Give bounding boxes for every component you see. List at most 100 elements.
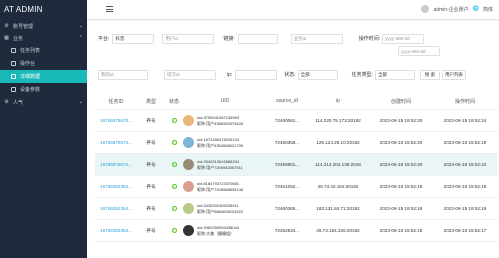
- type-cell: 养号: [146, 161, 156, 167]
- user-name[interactable]: admin-企业账户: [433, 6, 468, 13]
- type-cell: 养号: [146, 139, 156, 145]
- col-type[interactable]: 类型: [137, 98, 165, 105]
- language-label[interactable]: 简体: [483, 6, 493, 13]
- table-row[interactable]: 16706979670... 养号 ✓ uid:1872456478245134…: [95, 132, 497, 154]
- sidebar: AT ADMIN ⚙ 账号管理 ⌄ ▦ 业务 ⌃ 任务列表 操作台 详细数据 设…: [0, 0, 87, 258]
- state-select[interactable]: 全部: [297, 69, 338, 80]
- data-table: 任务ID 类型 状态 UID source_id ip 创建时间 操作时间 16…: [95, 93, 497, 242]
- link-input[interactable]: [237, 33, 278, 44]
- task-id-link[interactable]: 16706979670...: [95, 118, 137, 123]
- document-icon: [11, 74, 16, 79]
- search-button[interactable]: 搜 索: [420, 69, 441, 80]
- top-header: admin-企业账户 🌐 简体: [87, 0, 499, 20]
- success-check-icon: ✓: [171, 162, 177, 167]
- globe-icon[interactable]: 🌐: [473, 6, 479, 12]
- sidebar-item-popularity[interactable]: ⚙ 人气 ⌄: [0, 96, 87, 108]
- success-check-icon: ✓: [171, 118, 177, 123]
- col-created-time[interactable]: 创建时间: [369, 98, 433, 105]
- table-row[interactable]: 16706382354... 养号 ✓ uid:3435302405038911…: [95, 198, 497, 220]
- state-cell: ✓: [165, 118, 183, 123]
- avatar: [183, 159, 194, 170]
- sidebar-item-details[interactable]: 详细数据: [0, 70, 87, 83]
- business-id-input[interactable]: 业务id: [290, 33, 343, 44]
- platform-select[interactable]: 抖音: [112, 33, 155, 44]
- ip-cell: 49.73.43.162:20182: [317, 184, 359, 189]
- created-time-cell: 2023-06-19 19:52:20: [379, 140, 423, 145]
- filter-row-1b: yyyy-MM-dd: [87, 45, 499, 57]
- table-row[interactable]: 16706979670... 养号 ✓ uid:2542513616588334…: [95, 154, 497, 176]
- nickname-value: 昵称:用户9684636224922: [197, 208, 244, 214]
- source-id-cell: 72460358...: [274, 140, 300, 145]
- op-time-cell: 2023-06-19 19:52:24: [443, 118, 487, 123]
- type-cell: 养号: [146, 183, 156, 189]
- user-list-button[interactable]: 用户列表: [442, 69, 467, 80]
- avatar: [183, 181, 194, 192]
- task-id-link[interactable]: 16706382354...: [95, 184, 137, 189]
- sidebar-item-label: 人气: [13, 99, 24, 106]
- sidebar-item-device-params[interactable]: 设备参数: [0, 83, 87, 96]
- type-cell: 养号: [146, 117, 156, 123]
- main-content: 平台: 抖音 用户id 链接: 业务id 操作时间: yyyy-MM-dd yy…: [87, 21, 499, 258]
- avatar: [183, 137, 194, 148]
- date-end-input[interactable]: yyyy-MM-dd: [398, 46, 440, 56]
- uid-cell: uid:1872456478245134 昵称:用户4354508621705: [183, 137, 267, 148]
- type-cell: 养号: [146, 205, 156, 211]
- filter-row-2: 我的id 提交id ip: 状态: 全部 任务类型: 全部 搜 索 用户列表: [87, 68, 499, 81]
- avatar[interactable]: [421, 5, 430, 13]
- nickname-value: 昵称:用户7206942557511: [197, 164, 243, 170]
- my-id-input[interactable]: 我的id: [98, 69, 148, 80]
- menu-toggle-icon[interactable]: [106, 6, 113, 12]
- ip-cell: 114.214.202.136:2018: [315, 162, 361, 167]
- col-source-id[interactable]: source_id: [267, 98, 307, 104]
- col-ip[interactable]: ip: [307, 98, 369, 104]
- task-id-link[interactable]: 16706979670...: [95, 162, 137, 167]
- created-time-cell: 2023-06-19 19:52:18: [379, 206, 423, 211]
- source-id-cell: 72452534...: [274, 228, 300, 233]
- sidebar-item-business[interactable]: ▦ 业务 ⌃: [0, 32, 87, 44]
- uid-cell: uid:2960359055438044 昵称:大美（姗姗姐）: [183, 225, 267, 236]
- ip-cell: 114.220.75.173:20182: [315, 118, 361, 123]
- chevron-down-icon: ⌄: [78, 99, 83, 105]
- success-check-icon: ✓: [171, 140, 177, 145]
- state-cell: ✓: [165, 184, 183, 189]
- date-start-input[interactable]: yyyy-MM-dd: [382, 33, 425, 44]
- task-type-label: 任务类型:: [351, 72, 374, 78]
- sidebar-item-account[interactable]: ⚙ 账号管理 ⌄: [0, 20, 87, 32]
- table-row[interactable]: 16706382354... 养号 ✓ uid:8184793724370681…: [95, 176, 497, 198]
- ip-cell: 125.124.28.10:20182: [316, 140, 360, 145]
- sidebar-item-label: 设备参数: [20, 87, 41, 93]
- link-label: 链接:: [223, 36, 235, 42]
- sidebar-item-label: 任务列表: [20, 48, 41, 54]
- task-id-link[interactable]: 16706382354...: [95, 206, 137, 211]
- col-task-id[interactable]: 任务ID: [95, 98, 137, 105]
- source-id-cell: 72460365...: [274, 206, 300, 211]
- submit-id-input[interactable]: 提交id: [164, 69, 216, 80]
- nickname-value: 昵称:用户4354508621705: [197, 142, 244, 148]
- col-uid[interactable]: UID: [183, 98, 267, 104]
- ip-input[interactable]: [235, 69, 278, 80]
- col-state[interactable]: 状态: [165, 98, 183, 105]
- ip-cell: 183.131.84.71:20182: [316, 206, 360, 211]
- sidebar-item-console[interactable]: 操作台: [0, 57, 87, 70]
- op-time-cell: 2023-06-19 19:52:17: [443, 228, 487, 233]
- filter-row-1: 平台: 抖音 用户id 链接: 业务id 操作时间: yyyy-MM-dd: [87, 32, 499, 45]
- task-type-select[interactable]: 全部: [375, 69, 416, 80]
- table-header: 任务ID 类型 状态 UID source_id ip 创建时间 操作时间: [95, 93, 497, 110]
- task-id-link[interactable]: 16706979670...: [95, 140, 137, 145]
- user-area[interactable]: admin-企业账户 🌐 简体: [421, 5, 493, 13]
- op-time-cell: 2023-06-19 19:52:19: [443, 206, 487, 211]
- col-op-time[interactable]: 操作时间: [433, 98, 497, 105]
- ip-cell: 49.73.154.226:20182: [316, 228, 360, 233]
- task-id-link[interactable]: 16706382354...: [95, 228, 137, 233]
- state-cell: ✓: [165, 140, 183, 145]
- source-id-cell: 72460061...: [274, 118, 300, 123]
- nickname-value: 昵称:用户7428988839148: [197, 186, 244, 192]
- sidebar-item-task-list[interactable]: 任务列表: [0, 44, 87, 57]
- table-row[interactable]: 16706382354... 养号 ✓ uid:2960359055438044…: [95, 220, 497, 242]
- sidebar-item-label: 业务: [13, 35, 24, 42]
- table-row[interactable]: 16706979670... 养号 ✓ uid:3755541087136963…: [95, 110, 497, 132]
- user-id-input[interactable]: 用户id: [162, 33, 215, 44]
- source-id-cell: 72461052...: [274, 184, 300, 189]
- created-time-cell: 2023-06-19 19:52:18: [379, 228, 423, 233]
- ip-label: ip:: [227, 71, 233, 78]
